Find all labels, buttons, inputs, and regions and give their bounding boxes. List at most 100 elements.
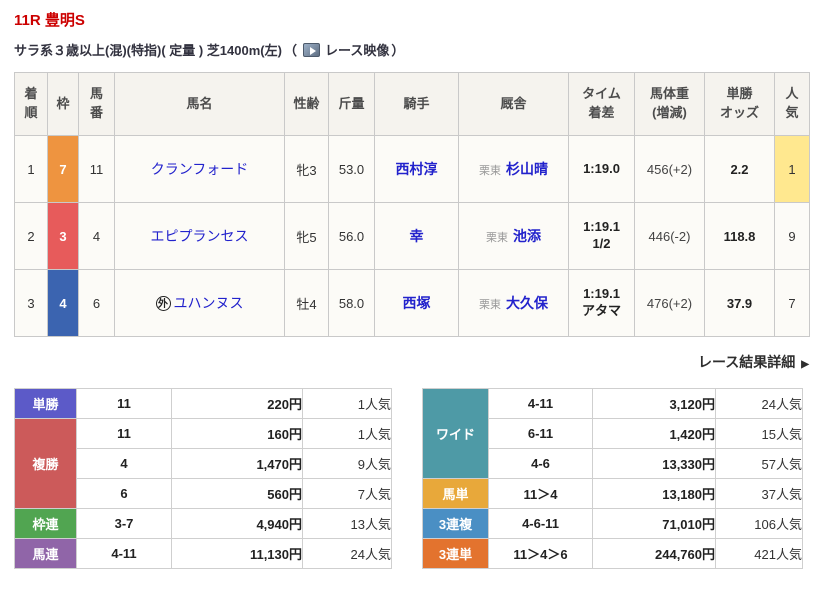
trainer-link[interactable]: 池添	[513, 228, 541, 244]
payout-ninki: 7人気	[302, 478, 392, 509]
time-margin-cell: 1:19.0	[568, 135, 635, 203]
right-triangle-icon: ▶	[801, 359, 809, 370]
waku-cell: 3	[47, 202, 79, 270]
video-paren-close: ）	[391, 43, 405, 58]
table-row: 1 7 11 クランフォード 牝3 53.0 西村淳 栗東 杉山晴 1:19.0 …	[14, 135, 810, 203]
horse-name-link[interactable]: エピプランセス	[151, 228, 249, 244]
time-margin-cell: 1:19.1 アタマ	[568, 269, 635, 337]
horse-name-cell: エピプランセス	[114, 202, 285, 270]
payout-row-fukusho: 複勝 11 160円 1人気	[14, 418, 392, 509]
payout-ninki: 9人気	[302, 448, 392, 479]
payout-combo: 11	[76, 418, 172, 449]
col-header-umaban: 馬 番	[78, 72, 115, 136]
payout-combo: 6	[76, 478, 172, 509]
race-conditions-text: サラ系３歳以上(混)(特指)( 定量 ) 芝1400m(左)	[14, 43, 282, 58]
col-header-ninki: 人 気	[774, 72, 810, 136]
payout-ninki: 24人気	[302, 538, 392, 569]
payout-combo: 4-6-11	[488, 508, 593, 539]
race-video-link[interactable]: レース映像	[299, 40, 389, 59]
odds-cell: 118.8	[704, 202, 775, 270]
jockey-cell: 西村淳	[374, 135, 459, 203]
stable-region-label: 栗東	[479, 299, 501, 311]
payout-amount: 11,130円	[171, 538, 303, 569]
horse-weight-cell: 446(-2)	[634, 202, 705, 270]
stable-cell: 栗東 杉山晴	[458, 135, 569, 203]
jockey-cell: 西塚	[374, 269, 459, 337]
payout-section: 単勝 11 220円 1人気 複勝 11 160円 1人気 4 1,470円 9…	[14, 388, 807, 569]
payout-type-umatan: 馬単	[422, 478, 489, 509]
trainer-link[interactable]: 杉山晴	[506, 161, 548, 177]
carried-weight-cell: 56.0	[328, 202, 375, 270]
horse-name-cell: 外ユハンヌス	[114, 269, 285, 337]
col-header-waku: 枠	[47, 72, 79, 136]
jockey-link[interactable]: 幸	[410, 228, 424, 244]
payout-combo: 4-6	[488, 448, 593, 479]
payout-row-umaren: 馬連 4-11 11,130円 24人気	[14, 538, 392, 569]
payout-type-tansho: 単勝	[14, 388, 77, 419]
payout-amount: 1,420円	[592, 418, 716, 449]
payout-ninki: 106人気	[715, 508, 803, 539]
stable-region-label: 栗東	[479, 165, 501, 177]
result-header-row: 着 順 枠 馬 番 馬名 性齢 斤量 騎手 厩舎 タイム 着差 馬体重 (増減)…	[14, 72, 810, 136]
race-result-detail-link[interactable]: レース結果詳細 ▶	[698, 354, 809, 370]
carried-weight-cell: 53.0	[328, 135, 375, 203]
horse-name-link[interactable]: クランフォード	[151, 161, 249, 177]
col-header-weight: 斤量	[328, 72, 375, 136]
payout-ninki: 57人気	[715, 448, 803, 479]
jockey-link[interactable]: 西村淳	[396, 161, 438, 177]
payout-combo: 11	[76, 388, 172, 419]
race-title: 11R 豊明S	[14, 12, 85, 29]
time-margin-cell: 1:19.1 1/2	[568, 202, 635, 270]
col-header-odds: 単勝 オッズ	[704, 72, 775, 136]
umaban-cell: 4	[78, 202, 115, 270]
table-row: 2 3 4 エピプランセス 牝5 56.0 幸 栗東 池添 1:19.1 1/2 …	[14, 202, 810, 270]
sexage-cell: 牝3	[284, 135, 329, 203]
payout-ninki: 15人気	[715, 418, 803, 449]
payout-type-fukusho: 複勝	[14, 418, 77, 509]
sexage-cell: 牡4	[284, 269, 329, 337]
race-video-label: レース映像	[324, 43, 390, 58]
payout-type-sanrentan: 3連単	[422, 538, 489, 569]
horse-weight-cell: 476(+2)	[634, 269, 705, 337]
jockey-link[interactable]: 西塚	[403, 295, 431, 311]
trainer-link[interactable]: 大久保	[506, 295, 548, 311]
payout-type-umaren: 馬連	[14, 538, 77, 569]
payout-combo: 4	[76, 448, 172, 479]
table-row: 3 4 6 外ユハンヌス 牡4 58.0 西塚 栗東 大久保 1:19.1 アタマ…	[14, 269, 810, 337]
race-conditions: サラ系３歳以上(混)(特指)( 定量 ) 芝1400m(左) （ レース映像 ）	[14, 40, 807, 59]
odds-cell: 37.9	[704, 269, 775, 337]
payout-ninki: 421人気	[715, 538, 803, 569]
payout-row-wide: ワイド 4-11 3,120円 24人気	[422, 388, 803, 479]
payout-amount: 244,760円	[592, 538, 716, 569]
payout-type-wide: ワイド	[422, 388, 489, 479]
jockey-cell: 幸	[374, 202, 459, 270]
payout-type-wakuren: 枠連	[14, 508, 77, 539]
payout-amount: 160円	[171, 418, 303, 449]
payout-amount: 13,180円	[592, 478, 716, 509]
sexage-cell: 牝5	[284, 202, 329, 270]
video-paren-open: （	[283, 43, 297, 58]
video-play-icon	[302, 42, 320, 57]
col-header-rank: 着 順	[14, 72, 48, 136]
payout-ninki: 1人気	[302, 388, 392, 419]
umaban-cell: 6	[78, 269, 115, 337]
payout-row-tansho: 単勝 11 220円 1人気	[14, 388, 392, 419]
payout-combo: 4-11	[76, 538, 172, 569]
payout-combo: 11＞4	[488, 478, 593, 509]
race-result-page: 11R 豊明S サラ系３歳以上(混)(特指)( 定量 ) 芝1400m(左) （…	[0, 0, 821, 569]
detail-link-label: レース結果詳細	[697, 354, 796, 370]
horse-name-link[interactable]: ユハンヌス	[174, 295, 244, 311]
payout-row-wakuren: 枠連 3-7 4,940円 13人気	[14, 508, 392, 539]
carried-weight-cell: 58.0	[328, 269, 375, 337]
waku-cell: 4	[47, 269, 79, 337]
race-result-table: 着 順 枠 馬 番 馬名 性齢 斤量 騎手 厩舎 タイム 着差 馬体重 (増減)…	[14, 72, 810, 337]
ninki-cell: 7	[774, 269, 810, 337]
ninki-cell: 1	[774, 135, 810, 203]
stable-cell: 栗東 池添	[458, 202, 569, 270]
detail-link-row: レース結果詳細 ▶	[14, 352, 809, 372]
stable-region-label: 栗東	[486, 232, 508, 244]
payout-combo: 11＞4＞6	[488, 538, 593, 569]
col-header-time: タイム 着差	[568, 72, 635, 136]
payout-amount: 4,940円	[171, 508, 303, 539]
ninki-cell: 9	[774, 202, 810, 270]
